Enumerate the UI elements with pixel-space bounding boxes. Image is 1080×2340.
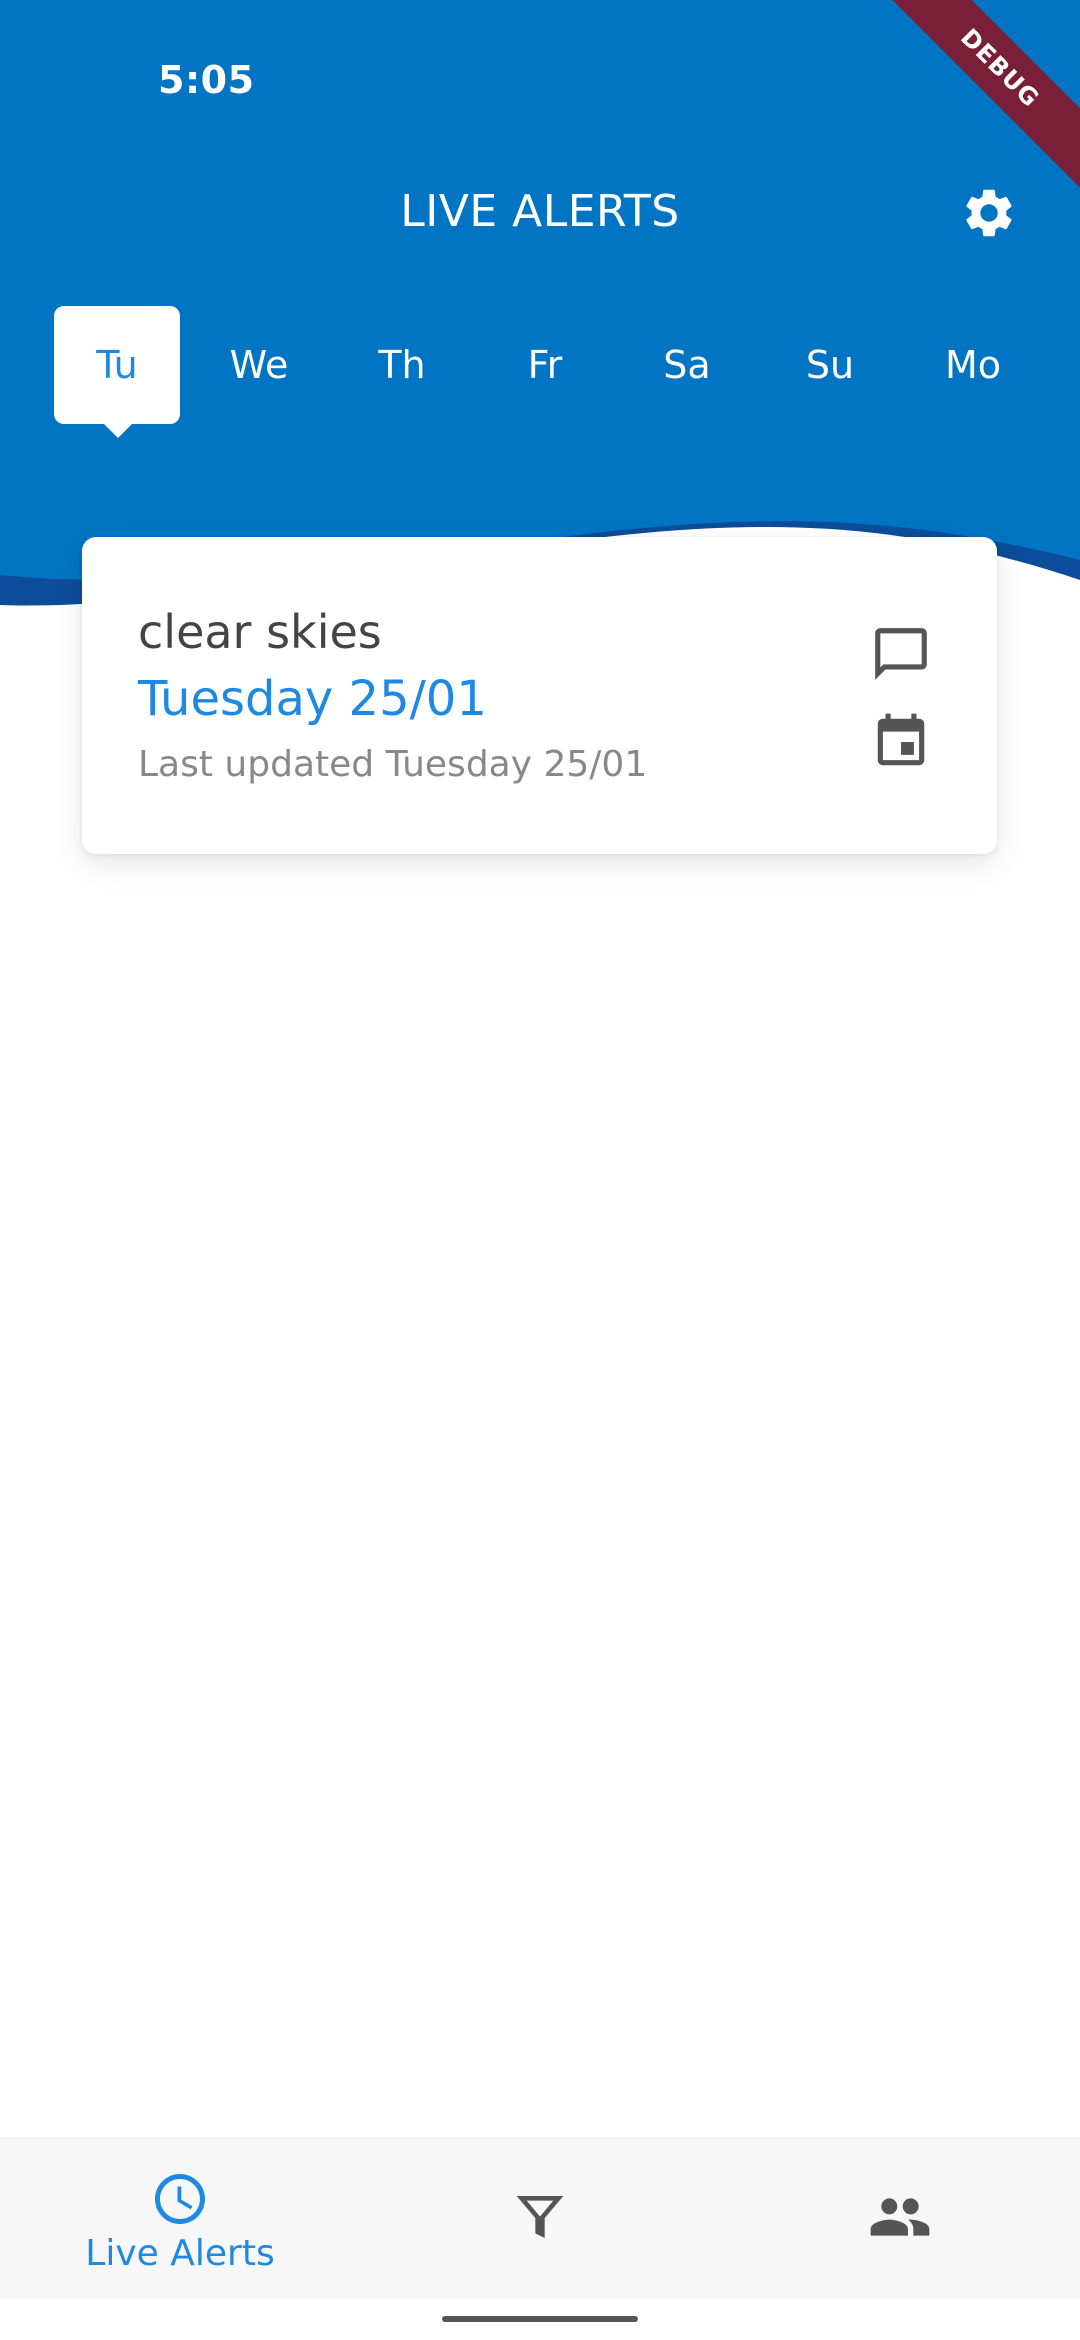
live-alerts-screen: 5:05 DEBUG LIVE ALERTS Tu We Th Fr Sa Su…: [0, 0, 1080, 2340]
status-time: 5:05: [158, 58, 255, 102]
tab-label: Sa: [663, 343, 711, 387]
tab-mo[interactable]: Mo: [910, 306, 1036, 424]
tab-label: Tu: [96, 343, 138, 387]
calendar-icon[interactable]: [866, 707, 936, 777]
alert-title: clear skies: [138, 605, 382, 659]
tab-sa[interactable]: Sa: [624, 306, 750, 424]
alert-card[interactable]: clear skies Tuesday 25/01 Last updated T…: [82, 537, 997, 854]
message-icon[interactable]: [866, 619, 936, 689]
tab-label: Fr: [527, 343, 563, 387]
nav-filter[interactable]: [360, 2139, 720, 2299]
tab-label: Mo: [944, 343, 1002, 387]
tab-th[interactable]: Th: [339, 306, 465, 424]
people-icon: [868, 2185, 932, 2249]
alert-date: Tuesday 25/01: [138, 671, 487, 727]
tab-label: Su: [805, 343, 855, 387]
bottom-navigation: Live Alerts: [0, 2138, 1080, 2299]
tab-pointer: [102, 422, 134, 438]
clock-icon: [148, 2167, 212, 2231]
page-title: LIVE ALERTS: [400, 186, 680, 237]
tab-label: We: [229, 343, 289, 387]
home-indicator[interactable]: [442, 2316, 638, 2322]
nav-people[interactable]: [720, 2139, 1080, 2299]
nav-live-alerts[interactable]: Live Alerts: [0, 2139, 360, 2299]
header: 5:05 DEBUG LIVE ALERTS Tu We Th Fr Sa Su…: [0, 0, 1080, 620]
tab-su[interactable]: Su: [767, 306, 893, 424]
tab-fr[interactable]: Fr: [482, 306, 608, 424]
nav-label: Live Alerts: [85, 2233, 275, 2274]
tab-label: Th: [378, 343, 426, 387]
settings-button[interactable]: [960, 184, 1024, 248]
filter-icon: [508, 2185, 572, 2249]
tab-we[interactable]: We: [196, 306, 322, 424]
tab-tu[interactable]: Tu: [54, 306, 180, 438]
day-tabs: Tu We Th Fr Sa Su Mo: [54, 306, 1054, 438]
alert-updated: Last updated Tuesday 25/01: [138, 744, 648, 785]
